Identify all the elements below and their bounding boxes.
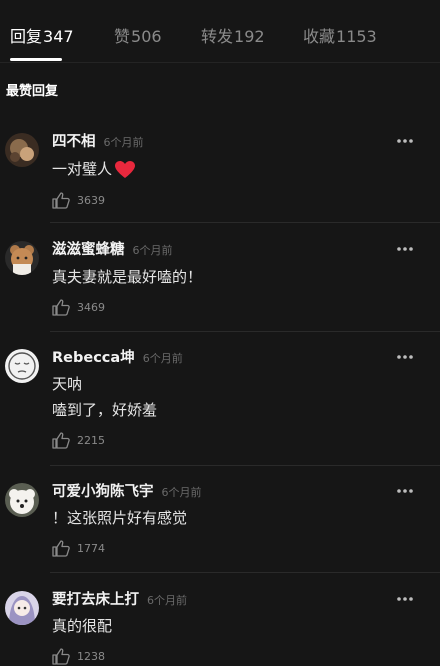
comment-time: 6个月前 bbox=[161, 486, 202, 499]
tab-reposts[interactable]: 转发192 bbox=[201, 26, 265, 48]
comment-text: 一对璧人 bbox=[52, 159, 136, 179]
comment-divider bbox=[50, 572, 440, 573]
like-count: 3469 bbox=[77, 301, 105, 314]
username-text: 要打去床上打 bbox=[52, 592, 139, 608]
tab-reposts-label: 转发 bbox=[201, 27, 234, 46]
thumb-up-icon bbox=[52, 648, 70, 665]
comment-username[interactable]: 滋滋蜜蜂糖 6个月前 bbox=[52, 241, 173, 260]
comment-text: 真的很配 bbox=[52, 617, 113, 635]
more-options-icon[interactable] bbox=[396, 595, 414, 603]
username-text: 滋滋蜜蜂糖 bbox=[52, 242, 125, 258]
section-title: 最赞回复 bbox=[6, 84, 59, 99]
thumb-up-icon bbox=[52, 299, 70, 316]
tab-replies[interactable]: 回复347 bbox=[10, 26, 74, 48]
avatar[interactable] bbox=[5, 483, 39, 517]
comment-username[interactable]: Rebecca坤 6个月前 bbox=[52, 349, 183, 368]
tab-bar-divider bbox=[0, 62, 440, 63]
comment-username[interactable]: 四不相 6个月前 bbox=[52, 133, 144, 152]
username-text: 可爱小狗陈飞宇 bbox=[52, 484, 154, 500]
comment-username[interactable]: 要打去床上打 6个月前 bbox=[52, 591, 187, 610]
comment-time: 6个月前 bbox=[142, 352, 183, 365]
more-options-icon[interactable] bbox=[396, 353, 414, 361]
avatar[interactable] bbox=[5, 591, 39, 625]
like-count: 1774 bbox=[77, 542, 105, 555]
comment-divider bbox=[50, 331, 440, 332]
thumb-up-icon bbox=[52, 432, 70, 449]
tab-replies-count: 347 bbox=[43, 27, 74, 46]
avatar[interactable] bbox=[5, 349, 39, 383]
more-options-icon[interactable] bbox=[396, 487, 414, 495]
comment-username[interactable]: 可爱小狗陈飞宇 6个月前 bbox=[52, 483, 202, 502]
avatar[interactable] bbox=[5, 133, 39, 167]
comment-divider bbox=[50, 465, 440, 466]
heart-emoji-icon bbox=[115, 160, 136, 178]
like-count: 3639 bbox=[77, 194, 105, 207]
username-text: 四不相 bbox=[52, 134, 96, 150]
like-count: 1238 bbox=[77, 650, 105, 663]
comment-time: 6个月前 bbox=[132, 244, 173, 257]
comment-time: 6个月前 bbox=[147, 594, 187, 607]
thumb-up-icon bbox=[52, 540, 70, 557]
active-tab-indicator bbox=[10, 58, 62, 61]
username-text: Rebecca坤 bbox=[52, 350, 135, 366]
tab-likes-count: 506 bbox=[131, 27, 162, 46]
comment-text-line: 天呐 bbox=[52, 375, 83, 393]
thumb-up-icon bbox=[52, 192, 70, 209]
tab-replies-label: 回复 bbox=[10, 27, 43, 46]
comment-text-line: 嗑到了，好娇羞 bbox=[52, 401, 158, 419]
avatar[interactable] bbox=[5, 241, 39, 275]
comment-text: ！这张照片好有感觉 bbox=[52, 509, 188, 527]
like-count: 2215 bbox=[77, 434, 105, 447]
tab-bar: 回复347 赞506 转发192 收藏1153 bbox=[0, 0, 440, 63]
tab-favorites-label: 收藏 bbox=[303, 27, 336, 46]
tab-reposts-count: 192 bbox=[234, 27, 265, 46]
more-options-icon[interactable] bbox=[396, 137, 414, 145]
tab-favorites-count: 1153 bbox=[336, 27, 377, 46]
tab-favorites[interactable]: 收藏1153 bbox=[303, 26, 377, 48]
more-options-icon[interactable] bbox=[396, 245, 414, 253]
tab-likes[interactable]: 赞506 bbox=[114, 26, 162, 48]
comment-text: 真夫妻就是最好嗑的！ bbox=[52, 268, 203, 286]
comment-divider bbox=[50, 222, 440, 223]
comment-text-line: 一对璧人 bbox=[52, 160, 113, 178]
comment-time: 6个月前 bbox=[103, 136, 144, 149]
tab-likes-label: 赞 bbox=[114, 27, 131, 46]
